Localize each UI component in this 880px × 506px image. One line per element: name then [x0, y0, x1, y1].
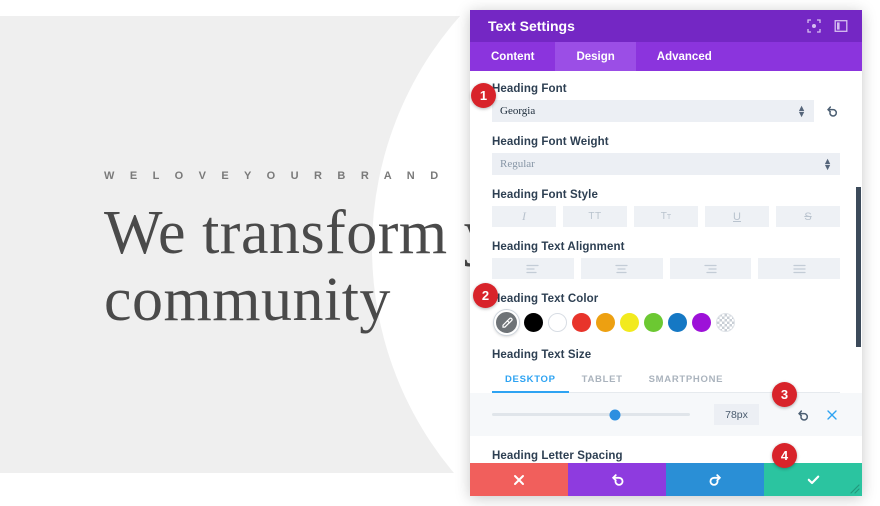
- undo-button[interactable]: [568, 463, 666, 496]
- color-swatch-yellow[interactable]: [620, 313, 639, 332]
- save-button[interactable]: [764, 463, 862, 496]
- heading-text-size-label: Heading Text Size: [492, 349, 592, 361]
- heading-text-size-actions: [795, 407, 840, 423]
- focus-icon[interactable]: [806, 19, 821, 34]
- modal-header: Text Settings: [470, 10, 862, 42]
- heading-text-alignment-group: [492, 258, 840, 279]
- align-center-button[interactable]: [580, 258, 663, 279]
- align-justify-button[interactable]: [758, 258, 840, 279]
- color-swatch-white[interactable]: [548, 313, 567, 332]
- heading-text-size-clear-icon[interactable]: [824, 407, 840, 423]
- field-heading-font-weight: Heading Font Weight Regular ▲ ▼: [470, 136, 862, 175]
- resize-grip-icon[interactable]: [846, 480, 860, 494]
- modal-title: Text Settings: [488, 18, 575, 34]
- tab-advanced[interactable]: Advanced: [636, 42, 733, 71]
- heading-font-style-group: I TT TT U S: [492, 206, 840, 227]
- align-right-icon: [704, 264, 717, 273]
- strikethrough-button[interactable]: S: [776, 206, 840, 227]
- underline-icon: U: [733, 210, 741, 223]
- small-caps-icon: TT: [660, 211, 672, 222]
- heading-font-row: Georgia ▲ ▼: [492, 100, 840, 122]
- heading-font-select[interactable]: Georgia ▲ ▼: [492, 100, 814, 122]
- check-icon: [807, 475, 819, 485]
- device-tab-smartphone[interactable]: SMARTPHONE: [636, 367, 737, 392]
- tab-design[interactable]: Design: [555, 42, 636, 71]
- color-swatch-red[interactable]: [572, 313, 591, 332]
- heading-text-size-reset-icon[interactable]: [795, 407, 811, 423]
- eyedropper-swatch[interactable]: [494, 310, 519, 335]
- heading-text-size-value[interactable]: 78px: [714, 404, 759, 425]
- modal-header-icon-group: [806, 19, 848, 34]
- modal-footer: [470, 463, 862, 496]
- field-heading-text-alignment: Heading Text Alignment: [470, 241, 862, 279]
- align-center-icon: [615, 264, 628, 273]
- field-heading-font: Heading Font Georgia ▲ ▼: [470, 83, 862, 122]
- field-heading-text-color: Heading Text Color: [470, 293, 862, 335]
- italic-button[interactable]: I: [492, 206, 556, 227]
- field-heading-letter-spacing: Heading Letter Spacing: [470, 450, 862, 462]
- heading-font-style-label: Heading Font Style: [492, 189, 598, 201]
- underline-button[interactable]: U: [705, 206, 769, 227]
- heading-text-alignment-label: Heading Text Alignment: [492, 241, 625, 253]
- layout-panel-icon[interactable]: [833, 19, 848, 34]
- step-marker-3: 3: [772, 382, 797, 407]
- field-heading-font-style: Heading Font Style I TT TT U S: [470, 189, 862, 227]
- modal-tab-bar: Content Design Advanced: [470, 42, 862, 71]
- heading-font-value: Georgia: [500, 105, 536, 117]
- text-settings-modal: Text Settings Content Design Advanced He…: [470, 10, 862, 496]
- settings-panel-body: Heading Font Georgia ▲ ▼ Heading Font Wei…: [470, 71, 862, 463]
- heading-font-reset-icon[interactable]: [824, 103, 840, 119]
- uppercase-button[interactable]: TT: [563, 206, 627, 227]
- panel-scrollbar-thumb[interactable]: [856, 187, 861, 347]
- align-justify-icon: [792, 264, 806, 273]
- uppercase-icon: TT: [588, 211, 602, 222]
- heading-text-size-slider-knob[interactable]: [609, 409, 621, 420]
- heading-font-weight-label: Heading Font Weight: [492, 136, 609, 148]
- color-swatch-group: [492, 310, 840, 335]
- close-icon: [514, 474, 524, 485]
- redo-button[interactable]: [666, 463, 764, 496]
- device-tab-tablet[interactable]: TABLET: [569, 367, 636, 392]
- align-right-button[interactable]: [669, 258, 752, 279]
- color-swatch-transparent[interactable]: [716, 313, 735, 332]
- align-left-icon: [526, 264, 540, 273]
- color-swatch-purple[interactable]: [692, 313, 711, 332]
- align-left-button[interactable]: [492, 258, 574, 279]
- step-marker-1: 1: [471, 83, 496, 108]
- heading-text-color-label: Heading Text Color: [492, 293, 599, 305]
- eyedropper-icon: [501, 317, 513, 328]
- strikethrough-icon: S: [804, 210, 812, 223]
- color-swatch-blue[interactable]: [668, 313, 687, 332]
- undo-icon: [611, 474, 623, 486]
- chevron-updown-icon: ▲ ▼: [823, 156, 832, 172]
- heading-text-size-slider-track[interactable]: [492, 409, 690, 420]
- step-marker-2: 2: [473, 283, 498, 308]
- italic-icon: I: [522, 209, 526, 223]
- step-marker-4: 4: [772, 443, 797, 468]
- field-heading-text-size: Heading Text Size DESKTOP TABLET SMARTPH…: [470, 349, 862, 393]
- redo-icon: [709, 474, 721, 486]
- heading-font-weight-select[interactable]: Regular ▲ ▼: [492, 153, 840, 175]
- small-caps-button[interactable]: TT: [634, 206, 698, 227]
- heading-font-weight-value: Regular: [500, 158, 535, 170]
- cancel-button[interactable]: [470, 463, 568, 496]
- heading-font-label: Heading Font: [492, 83, 567, 95]
- color-swatch-black[interactable]: [524, 313, 543, 332]
- tab-content[interactable]: Content: [470, 42, 555, 71]
- chevron-updown-icon: ▲ ▼: [797, 103, 806, 119]
- color-swatch-green[interactable]: [644, 313, 663, 332]
- color-swatch-orange[interactable]: [596, 313, 615, 332]
- heading-font-weight-row: Regular ▲ ▼: [492, 153, 840, 175]
- device-tab-desktop[interactable]: DESKTOP: [492, 367, 569, 393]
- heading-text-size-slider-row: 78px: [470, 393, 862, 436]
